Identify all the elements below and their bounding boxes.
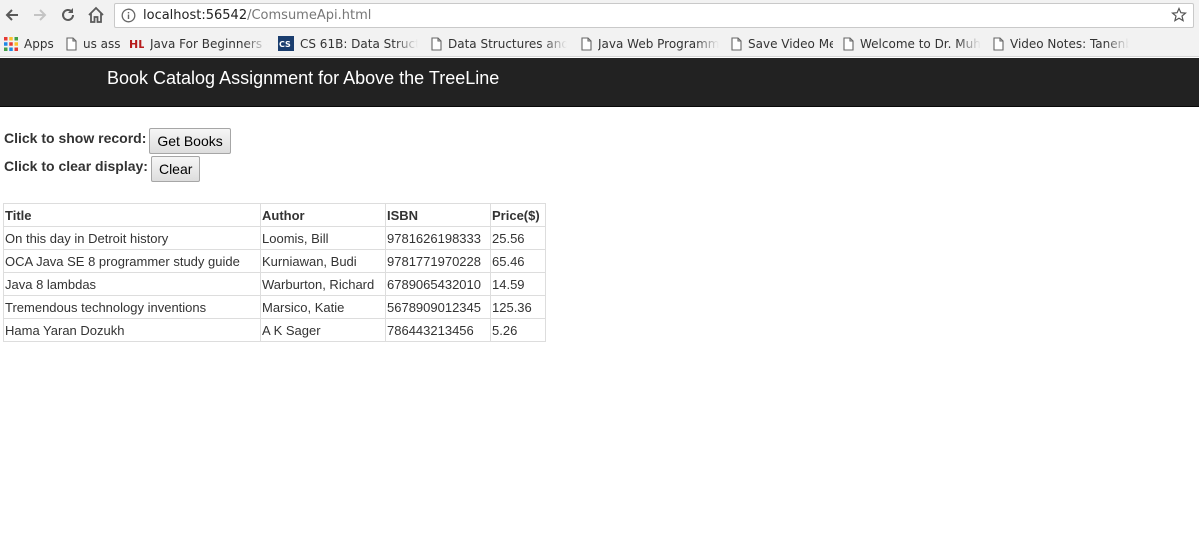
reload-icon[interactable] xyxy=(57,4,79,26)
page-icon xyxy=(843,36,854,51)
book-title-cell: Tremendous technology inventions xyxy=(3,295,261,319)
bookmark-us-ass[interactable]: us ass xyxy=(66,35,120,52)
page-icon xyxy=(993,36,1004,51)
book-author-cell: Marsico, Katie xyxy=(260,295,386,319)
bookmark-save-video[interactable]: Save Video Me xyxy=(731,35,833,52)
table-row: On this day in Detroit history Loomis, B… xyxy=(3,226,546,250)
bookmark-label: Data Structures and A xyxy=(448,36,567,51)
book-title-cell: OCA Java SE 8 programmer study guide xyxy=(3,249,261,273)
address-bar[interactable]: localhost:56542/ComsumeApi.html xyxy=(114,3,1194,28)
page-icon xyxy=(66,36,77,51)
bookmark-label: Apps xyxy=(24,36,54,51)
hl-logo-icon: HL xyxy=(129,37,144,51)
bookmark-video-notes[interactable]: Video Notes: Tanenba xyxy=(993,35,1129,52)
svg-text:CS: CS xyxy=(279,40,291,49)
bookmark-label: us ass xyxy=(83,36,120,51)
forward-icon[interactable] xyxy=(29,4,51,26)
clear-display-row: Click to clear display: Clear xyxy=(4,156,201,182)
bookmark-label: Java For Beginners - C xyxy=(150,36,267,51)
bookmark-data-structures[interactable]: Data Structures and A xyxy=(431,35,567,52)
table-row: Hama Yaran Dozukh A K Sager 786443213456… xyxy=(3,318,546,342)
page-icon xyxy=(731,36,742,51)
url-host: localhost:56542 xyxy=(143,8,248,23)
book-isbn-cell: 9781626198333 xyxy=(385,226,491,250)
table-row: OCA Java SE 8 programmer study guide Kur… xyxy=(3,249,546,273)
info-icon[interactable] xyxy=(121,8,136,28)
book-title-cell: Java 8 lambdas xyxy=(3,272,261,296)
bookmark-label: Video Notes: Tanenba xyxy=(1010,36,1129,51)
bookmark-label: Java Web Programmin xyxy=(598,36,719,51)
bookmark-welcome[interactable]: Welcome to Dr. Muha xyxy=(843,35,981,52)
browser-toolbar: localhost:56542/ComsumeApi.html xyxy=(0,0,1199,30)
bookmarks-bar: Apps us ass HL Java For Beginners - C CS… xyxy=(0,30,1199,57)
url-path: /ComsumeApi.html xyxy=(247,8,372,23)
book-author-cell: Loomis, Bill xyxy=(260,226,386,250)
page-icon xyxy=(581,36,592,51)
back-icon[interactable] xyxy=(1,4,23,26)
book-isbn-cell: 6789065432010 xyxy=(385,272,491,296)
clear-display-label: Click to clear display: xyxy=(4,158,148,174)
book-price-cell: 14.59 xyxy=(490,272,546,296)
book-price-cell: 25.56 xyxy=(490,226,546,250)
book-title-cell: Hama Yaran Dozukh xyxy=(3,318,261,342)
table-row: Tremendous technology inventions Marsico… xyxy=(3,295,546,319)
book-isbn-cell: 9781771970228 xyxy=(385,249,491,273)
page-icon xyxy=(431,36,442,51)
book-author-cell: Kurniawan, Budi xyxy=(260,249,386,273)
book-price-cell: 125.36 xyxy=(490,295,546,319)
clear-button[interactable]: Clear xyxy=(150,156,201,182)
column-header-isbn: ISBN xyxy=(385,203,491,227)
book-price-cell: 65.46 xyxy=(490,249,546,273)
book-title-cell: On this day in Detroit history xyxy=(3,226,261,250)
book-author-cell: Warburton, Richard xyxy=(260,272,386,296)
bookmark-star-icon[interactable] xyxy=(1171,7,1187,28)
page-header: Book Catalog Assignment for Above the Tr… xyxy=(0,58,1199,107)
table-header-row: Title Author ISBN Price($) xyxy=(3,203,546,227)
get-books-button[interactable]: Get Books xyxy=(149,128,231,154)
apps-grid-icon xyxy=(4,36,18,51)
bookmark-cs61b[interactable]: CS CS 61B: Data Structure xyxy=(278,35,418,52)
show-record-row: Click to show record: Get Books xyxy=(4,128,231,154)
column-header-price: Price($) xyxy=(490,203,546,227)
bookmark-apps[interactable]: Apps xyxy=(4,35,56,52)
svg-text:HL: HL xyxy=(129,38,144,51)
column-header-author: Author xyxy=(260,203,386,227)
bookmark-java-web[interactable]: Java Web Programmin xyxy=(581,35,719,52)
url-text: localhost:56542/ComsumeApi.html xyxy=(143,8,371,23)
book-isbn-cell: 5678909012345 xyxy=(385,295,491,319)
cs-logo-icon: CS xyxy=(278,36,294,51)
home-icon[interactable] xyxy=(85,4,107,26)
bookmark-label: CS 61B: Data Structure xyxy=(300,36,418,51)
column-header-title: Title xyxy=(3,203,261,227)
book-author-cell: A K Sager xyxy=(260,318,386,342)
books-table: Title Author ISBN Price($) On this day i… xyxy=(3,203,546,342)
page-title: Book Catalog Assignment for Above the Tr… xyxy=(107,68,500,88)
bookmark-java-beginners[interactable]: HL Java For Beginners - C xyxy=(129,35,267,52)
bookmark-label: Save Video Me xyxy=(748,36,833,51)
bookmark-label: Welcome to Dr. Muha xyxy=(860,36,981,51)
book-isbn-cell: 786443213456 xyxy=(385,318,491,342)
table-row: Java 8 lambdas Warburton, Richard 678906… xyxy=(3,272,546,296)
book-price-cell: 5.26 xyxy=(490,318,546,342)
show-record-label: Click to show record: xyxy=(4,130,147,146)
